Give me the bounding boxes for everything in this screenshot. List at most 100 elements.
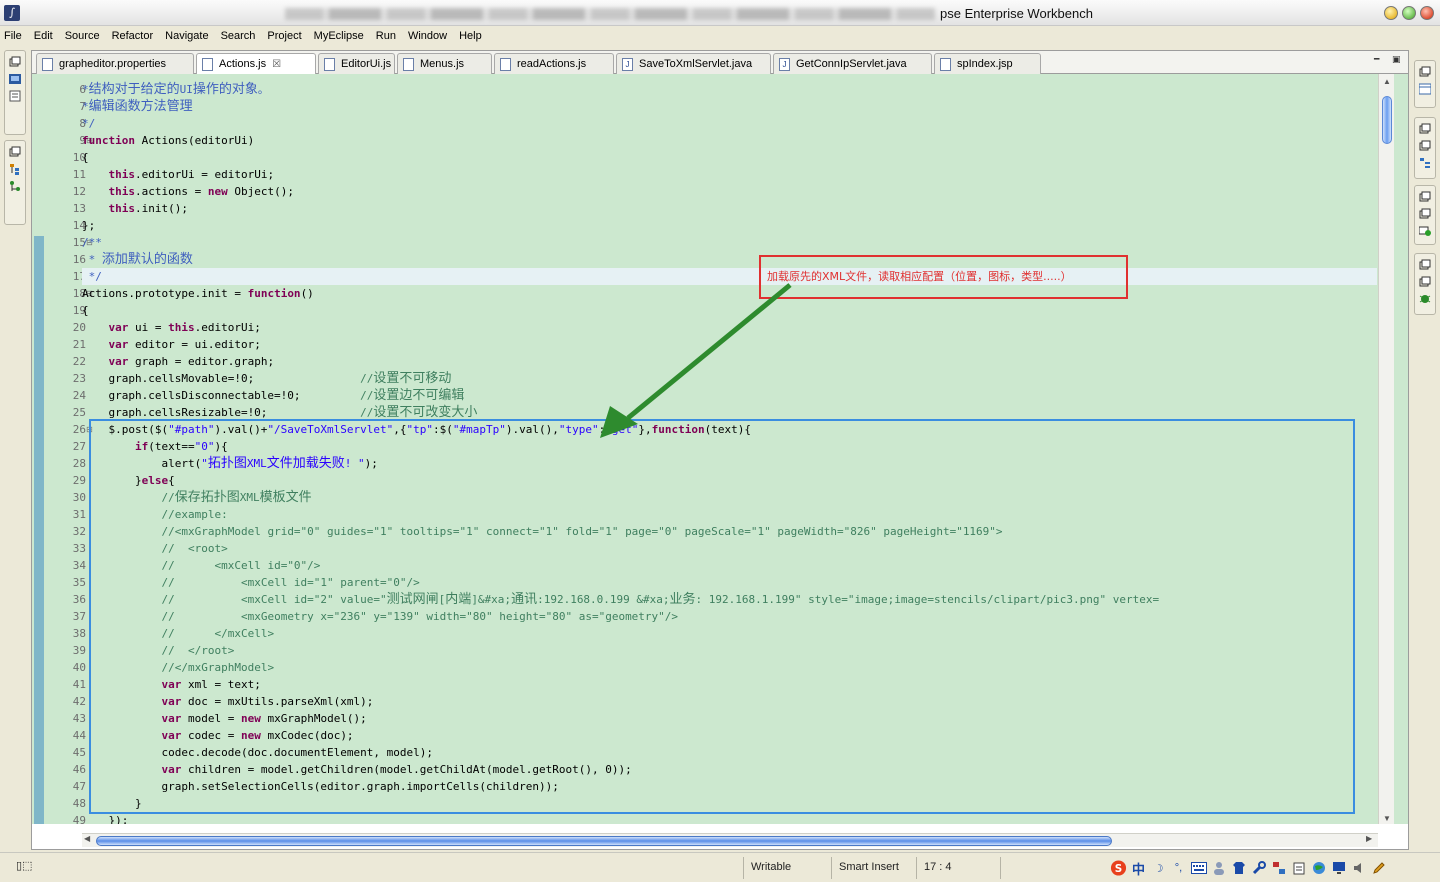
- globe-icon[interactable]: [1310, 860, 1327, 877]
- menu-refactor[interactable]: Refactor: [112, 30, 154, 42]
- horizontal-scrollbar[interactable]: ◀ ▶: [82, 833, 1378, 847]
- ime-tray: S 中 ☽ °,: [1110, 857, 1387, 879]
- menu-source[interactable]: Source: [65, 30, 100, 42]
- restore-icon[interactable]: [1419, 259, 1431, 271]
- title-bar: ∫ pse Enterprise Workbench: [0, 0, 1440, 26]
- code-line[interactable]: *结构对于给定的UI操作的对象。: [82, 81, 269, 98]
- tab-getconnipservlet-java[interactable]: J GetConnIpServlet.java: [773, 53, 932, 74]
- user-icon[interactable]: [1210, 860, 1227, 877]
- code-line[interactable]: var ui = this.editorUi;: [82, 319, 261, 336]
- menu-run[interactable]: Run: [376, 30, 396, 42]
- monitor-icon[interactable]: [1330, 860, 1347, 877]
- restore-icon[interactable]: [1419, 123, 1431, 135]
- code-line[interactable]: {: [82, 302, 89, 319]
- code-line[interactable]: function Actions(editorUi): [82, 132, 254, 149]
- debug-bug-icon[interactable]: [1419, 293, 1431, 305]
- branch-icon[interactable]: [9, 180, 21, 192]
- code-line[interactable]: graph.cellsMovable=!0; //设置不可移动: [82, 370, 451, 387]
- menu-edit[interactable]: Edit: [34, 30, 53, 42]
- outline-view-icon[interactable]: [9, 90, 21, 102]
- restore-icon[interactable]: [9, 146, 21, 158]
- scroll-up-icon[interactable]: ▲: [1383, 77, 1391, 86]
- scroll-right-icon[interactable]: ▶: [1366, 834, 1372, 843]
- menu-myeclipse[interactable]: MyEclipse: [314, 30, 364, 42]
- skin-shirt-icon[interactable]: [1230, 860, 1247, 877]
- menu-project[interactable]: Project: [267, 30, 301, 42]
- sogou-ime-icon[interactable]: S: [1110, 860, 1127, 877]
- insert-mode-status: Smart Insert: [839, 861, 899, 873]
- tab-spindex-jsp[interactable]: spIndex.jsp: [934, 53, 1041, 74]
- menu-window[interactable]: Window: [408, 30, 447, 42]
- code-line[interactable]: *编辑函数方法管理: [82, 98, 193, 115]
- vertical-scrollbar[interactable]: ▲ ▼: [1378, 74, 1394, 824]
- servers-icon[interactable]: [1419, 225, 1431, 237]
- right-trim-bar: [1410, 45, 1440, 830]
- code-line[interactable]: */: [82, 268, 102, 285]
- restore-icon[interactable]: [9, 56, 21, 68]
- tab-label: spIndex.jsp: [957, 58, 1013, 70]
- code-line[interactable]: var graph = editor.graph;: [82, 353, 275, 370]
- keyboard-icon[interactable]: [1190, 860, 1207, 877]
- code-line[interactable]: var editor = ui.editor;: [82, 336, 261, 353]
- restore-icon[interactable]: [1419, 276, 1431, 288]
- volume-icon[interactable]: [1350, 860, 1367, 877]
- code-line[interactable]: this.actions = new Object();: [82, 183, 294, 200]
- maximize-view-icon[interactable]: ▣: [1392, 54, 1401, 65]
- code-line[interactable]: this.editorUi = editorUi;: [82, 166, 275, 183]
- tab-editorui-js[interactable]: EditorUi.js: [318, 53, 395, 74]
- tab-label: grapheditor.properties: [59, 58, 167, 70]
- tab-actions-js[interactable]: Actions.js ☒: [196, 53, 316, 75]
- vertical-scroll-thumb[interactable]: [1382, 96, 1392, 144]
- left-trim-group-1: [4, 50, 26, 135]
- minimize-button[interactable]: [1384, 6, 1398, 20]
- menu-search[interactable]: Search: [221, 30, 256, 42]
- menu-file[interactable]: File: [4, 30, 22, 42]
- code-line[interactable]: {: [82, 149, 89, 166]
- right-trim-group-1: [1414, 60, 1436, 108]
- right-trim-group-2: [1414, 117, 1436, 179]
- code-line[interactable]: graph.cellsDisconnectable=!0; //设置边不可编辑: [82, 387, 464, 404]
- half-width-moon-icon[interactable]: ☽: [1150, 860, 1167, 877]
- wrench-tool-icon[interactable]: [1250, 860, 1267, 877]
- tab-readactions-js[interactable]: readActions.js: [494, 53, 614, 74]
- menu-navigate[interactable]: Navigate: [165, 30, 208, 42]
- highlight-box-code-block: [89, 419, 1355, 814]
- scroll-left-icon[interactable]: ◀: [84, 834, 90, 843]
- close-button[interactable]: [1420, 6, 1434, 20]
- pencil-icon[interactable]: [1370, 860, 1387, 877]
- horizontal-scroll-thumb[interactable]: [96, 836, 1112, 846]
- fast-view-icon[interactable]: ▯⬚: [16, 859, 32, 872]
- tab-grapheditor-properties[interactable]: grapheditor.properties: [36, 53, 194, 74]
- code-line[interactable]: /**: [82, 234, 102, 251]
- svg-text:S: S: [1115, 863, 1122, 875]
- code-line[interactable]: */: [82, 115, 95, 132]
- punctuation-icon[interactable]: °,: [1170, 860, 1187, 877]
- left-trim-bar: [0, 45, 30, 830]
- hierarchy-icon[interactable]: [9, 163, 21, 175]
- tab-label: SaveToXmlServlet.java: [639, 58, 753, 70]
- code-line[interactable]: * 添加默认的函数: [82, 251, 193, 268]
- network-icon[interactable]: [1270, 860, 1287, 877]
- maximize-button[interactable]: [1402, 6, 1416, 20]
- clipboard-icon[interactable]: [1290, 860, 1307, 877]
- close-tab-icon[interactable]: ☒: [272, 59, 281, 70]
- scroll-down-icon[interactable]: ▼: [1383, 814, 1391, 823]
- menu-help[interactable]: Help: [459, 30, 482, 42]
- minimize-view-icon[interactable]: ━: [1374, 54, 1379, 65]
- outline-tree-icon[interactable]: [1419, 157, 1431, 169]
- task-list-icon[interactable]: [1419, 83, 1431, 95]
- navigator-icon[interactable]: [9, 73, 21, 85]
- tab-menus-js[interactable]: Menus.js: [397, 53, 492, 74]
- ime-chinese-mode[interactable]: 中: [1130, 860, 1147, 878]
- restore-icon[interactable]: [1419, 191, 1431, 203]
- code-line[interactable]: this.init();: [82, 200, 188, 217]
- tab-savetoxmlservlet-java[interactable]: J SaveToXmlServlet.java: [616, 53, 771, 74]
- restore-icon[interactable]: [1419, 208, 1431, 220]
- code-line[interactable]: };: [82, 217, 95, 234]
- overview-ruler-left: [32, 74, 46, 824]
- myeclipse-app-icon[interactable]: ∫: [4, 5, 20, 21]
- restore-icon[interactable]: [1419, 140, 1431, 152]
- restore-icon[interactable]: [1419, 66, 1431, 78]
- java-file-icon: J: [622, 58, 633, 71]
- code-line[interactable]: Actions.prototype.init = function(): [82, 285, 314, 302]
